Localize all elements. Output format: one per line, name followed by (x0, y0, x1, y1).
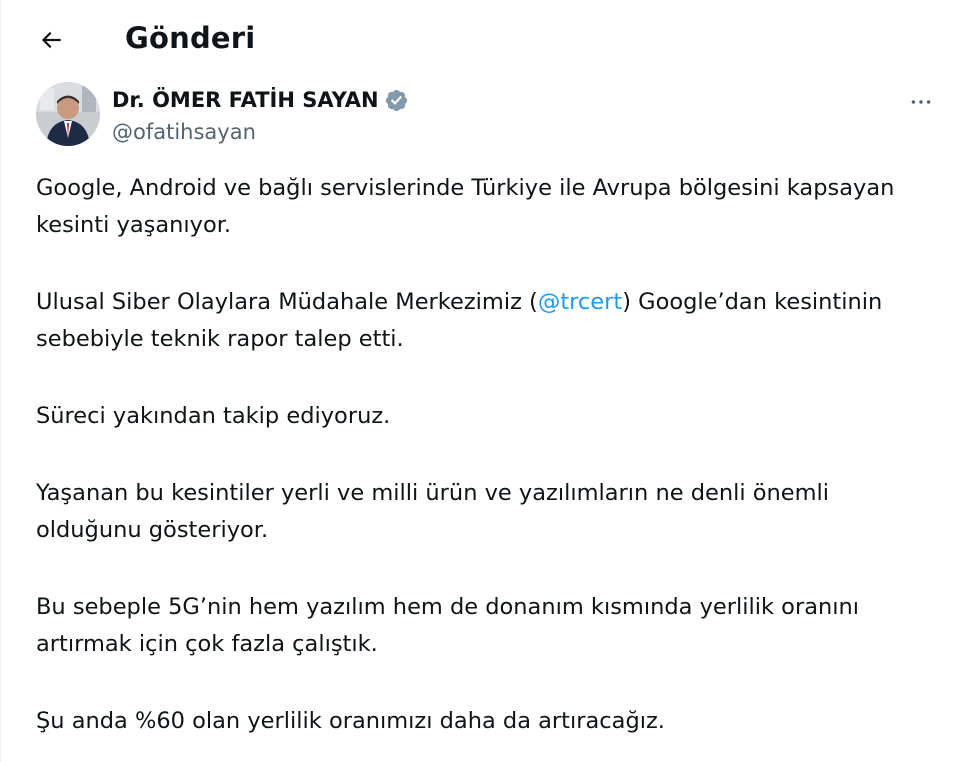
tweet-text-span: Ulusal Siber Olaylara Müdahale Merkezimi… (36, 289, 538, 315)
author-name[interactable]: Dr. ÖMER FATİH SAYAN (112, 86, 409, 114)
post-view: Gönderi Dr. ÖMER FATİH SAYAN @ofatihsaya… (0, 0, 960, 762)
author-name-text: Dr. ÖMER FATİH SAYAN (112, 88, 379, 112)
mention-link[interactable]: @trcert (538, 289, 622, 315)
verified-badge-icon (385, 89, 407, 111)
arrow-left-icon (41, 31, 61, 49)
more-button[interactable] (901, 82, 941, 122)
tweet-paragraph: Süreci yakından takip ediyoruz. (36, 403, 391, 429)
tweet-paragraph: Yaşanan bu kesintiler yerli ve milli ürü… (36, 480, 830, 543)
tweet-paragraph: Bu sebeple 5G’nin hem yazılım hem de don… (36, 594, 860, 657)
header: Gönderi (1, 0, 960, 78)
tweet-paragraph: Google, Android ve bağlı servislerinde T… (36, 175, 895, 238)
avatar-image (36, 82, 100, 146)
tweet-paragraph: Şu anda %60 olan yerlilik oranımızı daha… (36, 708, 665, 734)
page-title: Gönderi (125, 21, 256, 55)
avatar[interactable] (36, 82, 100, 146)
back-button[interactable] (31, 20, 71, 60)
author-handle[interactable]: @ofatihsayan (112, 118, 256, 146)
tweet-paragraph: Ulusal Siber Olaylara Müdahale Merkezimi… (36, 284, 936, 358)
tweet-text: Google, Android ve bağlı servislerinde T… (36, 170, 936, 762)
more-horizontal-icon (911, 100, 931, 104)
